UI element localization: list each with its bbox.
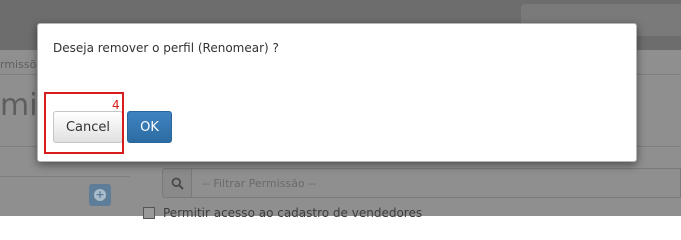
ok-button[interactable]: OK (127, 111, 172, 143)
plus-circle-icon: + (94, 188, 106, 201)
permission-label: Permitir acesso ao cadastro de vendedore… (163, 206, 423, 220)
search-button[interactable] (162, 168, 192, 198)
dialog-message: Deseja remover o perfil (Renomear) ? (53, 41, 279, 55)
filter-permission-input[interactable]: -- Filtrar Permissão -- (192, 168, 681, 198)
permission-checkbox[interactable] (143, 207, 155, 219)
divider (0, 176, 130, 177)
add-button[interactable]: + (89, 184, 111, 206)
confirm-dialog: Deseja remover o perfil (Renomear) ? Can… (37, 23, 637, 162)
permission-item: Permitir acesso ao cadastro de vendedore… (143, 206, 422, 220)
cancel-button[interactable]: Cancel (53, 111, 123, 143)
filter-group: -- Filtrar Permissão -- (162, 168, 681, 198)
annotation-step-number: 4 (112, 98, 120, 112)
search-icon (171, 177, 184, 190)
